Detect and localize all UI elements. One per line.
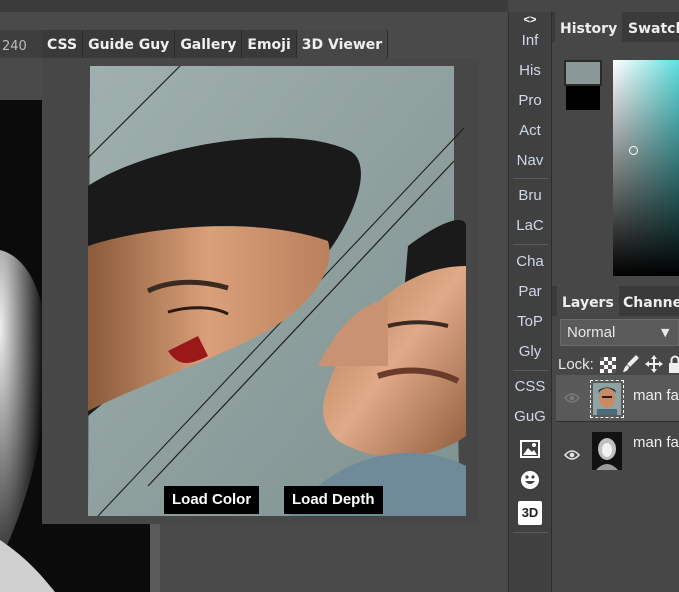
toolbar-item-paragraph[interactable]: Par bbox=[509, 283, 551, 300]
collapse-toggle[interactable]: <> bbox=[509, 12, 551, 28]
layer-row[interactable]: man face depth bbox=[556, 422, 679, 470]
tab-history[interactable]: History bbox=[555, 12, 623, 42]
blend-mode-value: Normal bbox=[567, 324, 616, 341]
color-picker-field[interactable] bbox=[613, 60, 679, 276]
chevron-down-icon: ▼ bbox=[661, 326, 670, 339]
toolbar-item-css[interactable]: CSS bbox=[509, 378, 551, 395]
tab-layers[interactable]: Layers bbox=[557, 286, 619, 316]
tab-gallery[interactable]: Gallery bbox=[175, 30, 243, 58]
tab-css[interactable]: CSS bbox=[42, 30, 84, 58]
tab-guide-guy[interactable]: Guide Guy bbox=[83, 30, 176, 58]
toolbar-item-brush[interactable]: Bru bbox=[509, 187, 551, 204]
toolbar-item-navigator[interactable]: Nav bbox=[509, 152, 551, 169]
tab-channels[interactable]: Channels bbox=[618, 286, 679, 316]
foreground-color-swatch[interactable] bbox=[564, 60, 602, 86]
layer-thumbnail-depth bbox=[592, 432, 622, 470]
toolbar-item-info[interactable]: Inf bbox=[509, 32, 551, 49]
tab-3d-viewer[interactable]: 3D Viewer bbox=[296, 30, 389, 58]
load-color-button[interactable]: Load Color bbox=[164, 486, 260, 514]
blend-mode-select[interactable]: Normal ▼ bbox=[560, 319, 679, 346]
3d-viewer-icon[interactable]: 3D bbox=[518, 501, 542, 525]
layer-thumbnail-face bbox=[590, 380, 624, 418]
tab-swatches[interactable]: Swatches bbox=[623, 12, 679, 42]
panel-icon-toolbar: <> Inf His Pro Act Nav Bru LaC Cha Par T… bbox=[508, 12, 552, 592]
separator bbox=[513, 178, 549, 179]
background-color-swatch[interactable] bbox=[566, 86, 600, 110]
ruler: 240 bbox=[0, 30, 42, 58]
separator bbox=[513, 370, 549, 371]
toolbar-item-properties[interactable]: Pro bbox=[509, 92, 551, 109]
separator bbox=[513, 244, 549, 245]
lock-label: Lock: bbox=[558, 356, 594, 373]
color-picker-handle[interactable] bbox=[629, 146, 638, 155]
lock-transparency-icon[interactable] bbox=[600, 357, 616, 373]
toolbar-item-layer-comps[interactable]: LaC bbox=[509, 217, 551, 234]
load-depth-button[interactable]: Load Depth bbox=[284, 486, 383, 514]
gallery-image-icon[interactable] bbox=[509, 440, 551, 462]
toolbar-item-glyphs[interactable]: Gly bbox=[509, 343, 551, 360]
emoji-smiley-icon[interactable] bbox=[509, 470, 551, 492]
options-bar bbox=[0, 0, 508, 12]
layer-row-selected[interactable]: man face bbox=[556, 375, 679, 421]
toolbar-item-guide-guy[interactable]: GuG bbox=[509, 408, 551, 425]
toolbar-item-character[interactable]: Cha bbox=[509, 253, 551, 270]
eye-visibility-icon[interactable] bbox=[563, 389, 581, 408]
toolbar-item-history[interactable]: His bbox=[509, 62, 551, 79]
separator bbox=[513, 532, 549, 533]
layer-name[interactable]: man face depth bbox=[633, 434, 679, 451]
toolbar-item-tool-presets[interactable]: ToP bbox=[509, 313, 551, 330]
tab-emoji[interactable]: Emoji bbox=[242, 30, 297, 58]
3d-viewer-canvas[interactable] bbox=[88, 66, 466, 516]
3d-render-image bbox=[88, 66, 466, 516]
right-panels: History Swatches Layers Channels Normal … bbox=[552, 12, 679, 592]
toolbar-item-actions[interactable]: Act bbox=[509, 122, 551, 139]
plugin-tab-bar: CSS Guide Guy Gallery Emoji 3D Viewer bbox=[42, 30, 389, 58]
eye-visibility-icon[interactable] bbox=[563, 446, 581, 465]
layer-name[interactable]: man face bbox=[633, 387, 679, 404]
